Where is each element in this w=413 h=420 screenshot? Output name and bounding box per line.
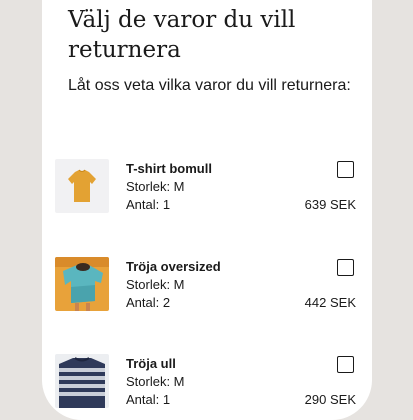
product-image xyxy=(55,159,109,213)
page-subtitle: Låt oss veta vilka varor du vill returne… xyxy=(68,77,351,94)
item-name: T-shirt bomull xyxy=(126,161,212,176)
product-image xyxy=(55,257,109,311)
item-price: 442 SEK xyxy=(304,295,356,310)
item-name: Tröja ull xyxy=(126,356,176,371)
item-select-checkbox[interactable] xyxy=(337,161,354,178)
list-item: T-shirt bomull Storlek: M Antal: 1 639 S… xyxy=(42,159,372,229)
tshirt-icon xyxy=(55,159,109,213)
sweater-oversized-icon xyxy=(55,257,109,311)
item-select-checkbox[interactable] xyxy=(337,259,354,276)
list-item: Tröja oversized Storlek: M Antal: 2 442 … xyxy=(42,257,372,327)
item-size: Storlek: M xyxy=(126,374,185,389)
item-quantity: Antal: 1 xyxy=(126,197,171,212)
page-title: Välj de varor du vill returnera xyxy=(68,7,296,63)
item-quantity: Antal: 2 xyxy=(126,295,171,310)
item-select-checkbox[interactable] xyxy=(337,356,354,373)
item-size: Storlek: M xyxy=(126,179,185,194)
list-item: Tröja ull Storlek: M Antal: 1 290 SEK xyxy=(42,354,372,420)
return-items-card: Välj de varor du vill returnera Låt oss … xyxy=(42,0,372,420)
item-price: 639 SEK xyxy=(304,197,356,212)
item-name: Tröja oversized xyxy=(126,259,221,274)
item-size: Storlek: M xyxy=(126,277,185,292)
